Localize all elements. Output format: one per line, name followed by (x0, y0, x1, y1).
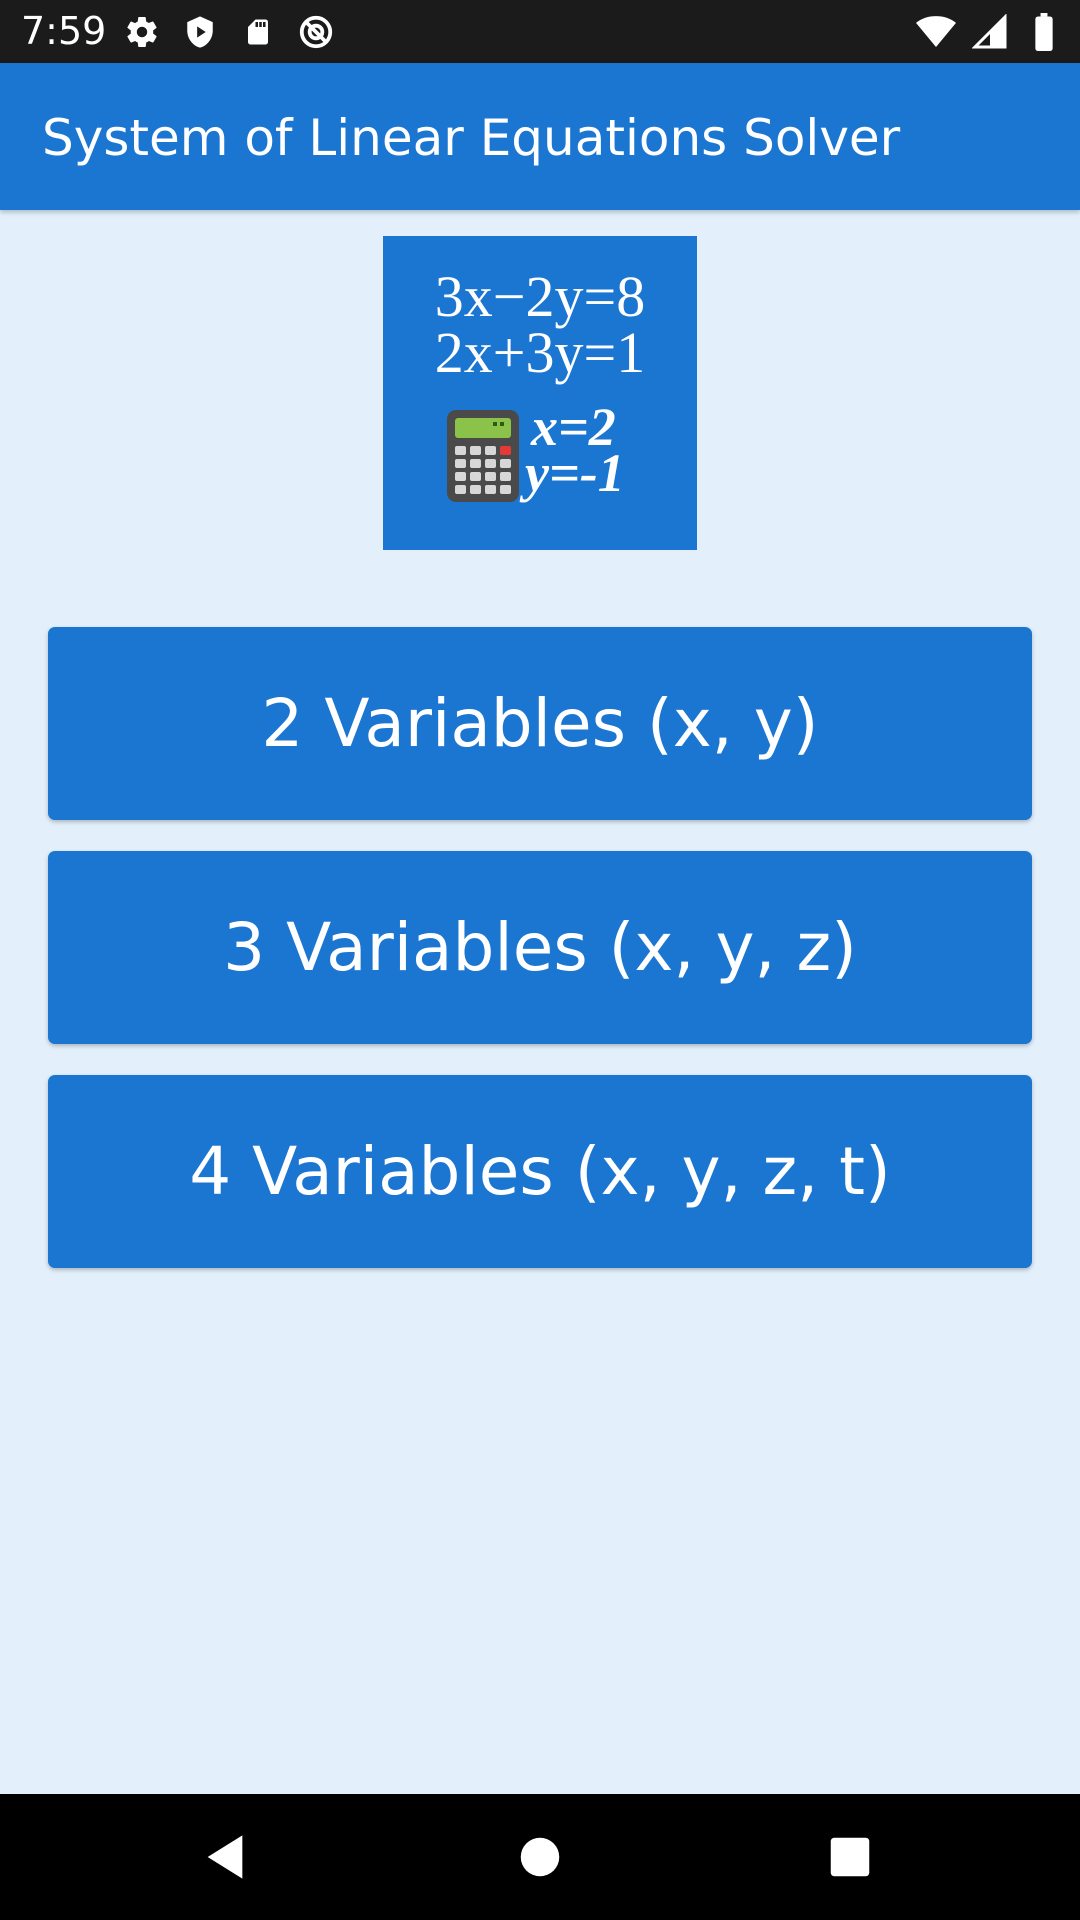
calculator-icon (445, 408, 521, 504)
sd-card-icon (238, 12, 278, 52)
app-title: System of Linear Equations Solver (42, 109, 901, 167)
navigation-bar (0, 1794, 1080, 1920)
home-icon[interactable] (505, 1822, 575, 1892)
status-icons-left (122, 12, 336, 52)
recents-icon[interactable] (815, 1822, 885, 1892)
back-icon[interactable] (190, 1822, 260, 1892)
solution-2: y=-1 (525, 443, 625, 503)
hero-illustration: 3x−2y=8 2x+3y=1 x=2 y=-1 (383, 236, 697, 550)
battery-icon (1024, 12, 1064, 52)
wifi-icon (916, 12, 956, 52)
status-icons-right (916, 12, 1064, 52)
at-sign-icon (296, 12, 336, 52)
status-time: 7:59 (21, 9, 107, 53)
equation-1: 3x−2y=8 (434, 264, 646, 329)
gear-icon (122, 12, 162, 52)
two-variables-button[interactable]: 2 Variables (x, y) (48, 627, 1032, 820)
three-variables-button[interactable]: 3 Variables (x, y, z) (48, 851, 1032, 1044)
status-bar: 7:59 (0, 0, 1080, 63)
four-variables-button[interactable]: 4 Variables (x, y, z, t) (48, 1075, 1032, 1268)
shield-play-icon (180, 12, 220, 52)
signal-icon (970, 12, 1010, 52)
app-bar: System of Linear Equations Solver (0, 63, 1080, 210)
equation-2: 2x+3y=1 (434, 320, 646, 385)
